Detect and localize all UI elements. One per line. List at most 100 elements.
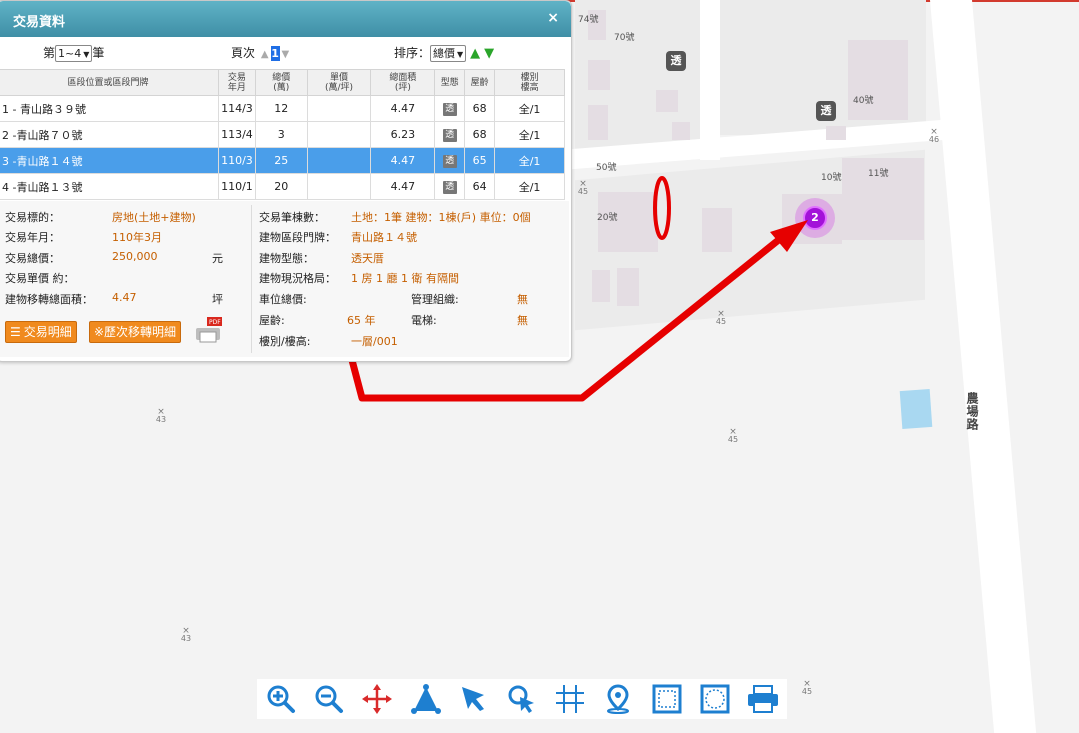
transaction-table: 區段位置或區段門牌 交易 年月 總價 (萬) 單價 (萬/坪) 總面積 (坪) … — [0, 69, 565, 200]
label-area: 建物移轉總面積： — [5, 293, 93, 306]
col-header-total[interactable]: 總價 (萬) — [254, 69, 308, 96]
records-select[interactable]: 1~4 ▼ — [55, 45, 93, 62]
house-marker[interactable]: 透 — [666, 51, 686, 71]
cell-area: 4.47 — [370, 173, 436, 200]
elevation-point: × 45 — [715, 309, 727, 326]
house-marker[interactable]: 透 — [816, 101, 836, 121]
transfer-history-button[interactable]: ※歷次移轉明細 — [89, 321, 182, 343]
records-selector: 第 1~4 ▼ 筆 — [43, 44, 104, 62]
measure-area-icon[interactable] — [408, 681, 444, 717]
grid-icon[interactable] — [552, 681, 588, 717]
elevation-point: × 43 — [180, 626, 192, 643]
cell-date: 110/1 — [218, 173, 256, 200]
select-arrow-icon[interactable] — [456, 681, 492, 717]
pan-icon[interactable] — [359, 681, 395, 717]
page-label: 頁次 — [231, 46, 256, 60]
identify-icon[interactable] — [504, 681, 540, 717]
pager-bar: 第 1~4 ▼ 筆 頁次 ▲ 1 ▼ 排序： 總價 ▼ ▲ ▼ — [0, 41, 571, 65]
sort-select[interactable]: 總價 ▼ — [430, 45, 467, 62]
map-building — [592, 270, 610, 302]
table-row-selected[interactable]: 3 -青山路１４號 110/3 25 4.47 透 65 全/1 — [0, 147, 565, 174]
circle-select-icon[interactable] — [697, 681, 733, 717]
zoom-in-icon[interactable] — [263, 681, 299, 717]
cell-area: 6.23 — [370, 121, 436, 148]
label-date: 交易年月： — [5, 231, 60, 244]
table-row[interactable]: 2 -青山路７０號 113/4 3 6.23 透 68 全/1 — [0, 121, 565, 148]
chevron-down-icon: ▼ — [83, 50, 90, 59]
value-layout: 1 房 1 廳 1 衛 有隔間 — [351, 272, 459, 285]
cell-date: 114/3 — [218, 95, 256, 122]
cell-type: 透 — [434, 121, 466, 148]
transaction-panel: 交易資料 × 第 1~4 ▼ 筆 頁次 ▲ 1 ▼ 排序： 總價 ▼ ▲ ▼ 區段位置或區段門牌 … — [0, 0, 572, 362]
unit-area: 坪 — [212, 293, 223, 306]
sort-select-value: 總價 — [433, 47, 456, 60]
house-type-icon: 透 — [442, 155, 457, 168]
cell-total: 12 — [254, 95, 308, 122]
panel-header[interactable]: 交易資料 × — [0, 1, 571, 37]
cell-location: 4 -青山路１３號 — [0, 173, 220, 200]
map-building — [672, 122, 690, 140]
cell-age: 64 — [464, 173, 496, 200]
cell-unit-price — [306, 121, 372, 148]
chevron-down-icon: ▼ — [457, 50, 464, 59]
print-icon[interactable] — [745, 681, 781, 717]
col-header-unit-price[interactable]: 單價 (萬/坪) — [306, 69, 372, 96]
elevation-point: × 43 — [155, 407, 167, 424]
pdf-print-icon[interactable]: PDF — [194, 316, 224, 344]
col-header-type[interactable]: 型態 — [434, 69, 466, 96]
col-header-floor[interactable]: 樓別 樓高 — [494, 69, 565, 96]
label-unit-price: 交易單價 約： — [5, 272, 75, 285]
sort-asc-icon[interactable]: ▲ — [470, 46, 480, 61]
cell-floor: 全/1 — [494, 173, 565, 200]
zoom-out-icon[interactable] — [311, 681, 347, 717]
page-down-icon[interactable]: ▼ — [282, 49, 290, 60]
value-address: 青山路１４號 — [351, 231, 417, 244]
page-up-icon[interactable]: ▲ — [261, 49, 269, 60]
map-building — [588, 105, 608, 140]
location-pin-icon[interactable] — [600, 681, 636, 717]
col-header-area[interactable]: 總面積 (坪) — [370, 69, 436, 96]
sort-selector: 排序： 總價 ▼ ▲ ▼ — [394, 44, 494, 62]
list-icon: ☰ — [10, 325, 21, 339]
transaction-detail-button[interactable]: ☰ 交易明細 — [5, 321, 77, 343]
unit-total: 元 — [212, 252, 223, 265]
col-header-date[interactable]: 交易 年月 — [218, 69, 256, 96]
cell-floor: 全/1 — [494, 121, 565, 148]
elevation-point: × 45 — [727, 427, 739, 444]
map-building — [702, 208, 732, 252]
col-header-location[interactable]: 區段位置或區段門牌 — [0, 69, 220, 96]
svg-text:PDF: PDF — [209, 319, 221, 326]
cell-total: 20 — [254, 173, 308, 200]
transaction-cluster-marker[interactable]: 2 — [795, 198, 835, 238]
water-area — [899, 388, 933, 430]
cell-type: 透 — [434, 95, 466, 122]
value-target: 房地(土地+建物) — [112, 211, 196, 224]
sort-desc-icon[interactable]: ▼ — [484, 46, 494, 61]
label-elevator: 電梯: — [411, 314, 437, 327]
transfer-history-button-label: ※歷次移轉明細 — [94, 325, 177, 339]
table-row[interactable]: 4 -青山路１３號 110/1 20 4.47 透 64 全/1 — [0, 173, 565, 200]
address-label: 70號 — [614, 33, 635, 43]
cell-floor: 全/1 — [494, 95, 565, 122]
house-type-icon: 透 — [442, 129, 457, 142]
page-number[interactable]: 1 — [270, 46, 280, 61]
map-building — [588, 60, 610, 90]
cell-type: 透 — [434, 173, 466, 200]
address-label: 74號 — [578, 15, 599, 25]
cell-age: 65 — [464, 147, 496, 174]
col-header-age[interactable]: 屋齡 — [464, 69, 496, 96]
cell-unit-price — [306, 95, 372, 122]
frame-select-icon[interactable] — [649, 681, 685, 717]
address-label: 40號 — [853, 96, 874, 106]
cell-date: 113/4 — [218, 121, 256, 148]
cell-area: 4.47 — [370, 147, 436, 174]
records-prefix: 第 — [43, 46, 56, 60]
address-label: 20號 — [597, 213, 618, 223]
close-icon[interactable]: × — [547, 10, 559, 26]
records-suffix: 筆 — [92, 46, 105, 60]
value-age: 65 年 — [347, 314, 376, 327]
sort-label: 排序： — [394, 46, 431, 60]
cell-floor: 全/1 — [494, 147, 565, 174]
table-row[interactable]: 1 - 青山路３９號 114/3 12 4.47 透 68 全/1 — [0, 95, 565, 122]
label-management: 管理組織: — [411, 293, 459, 306]
